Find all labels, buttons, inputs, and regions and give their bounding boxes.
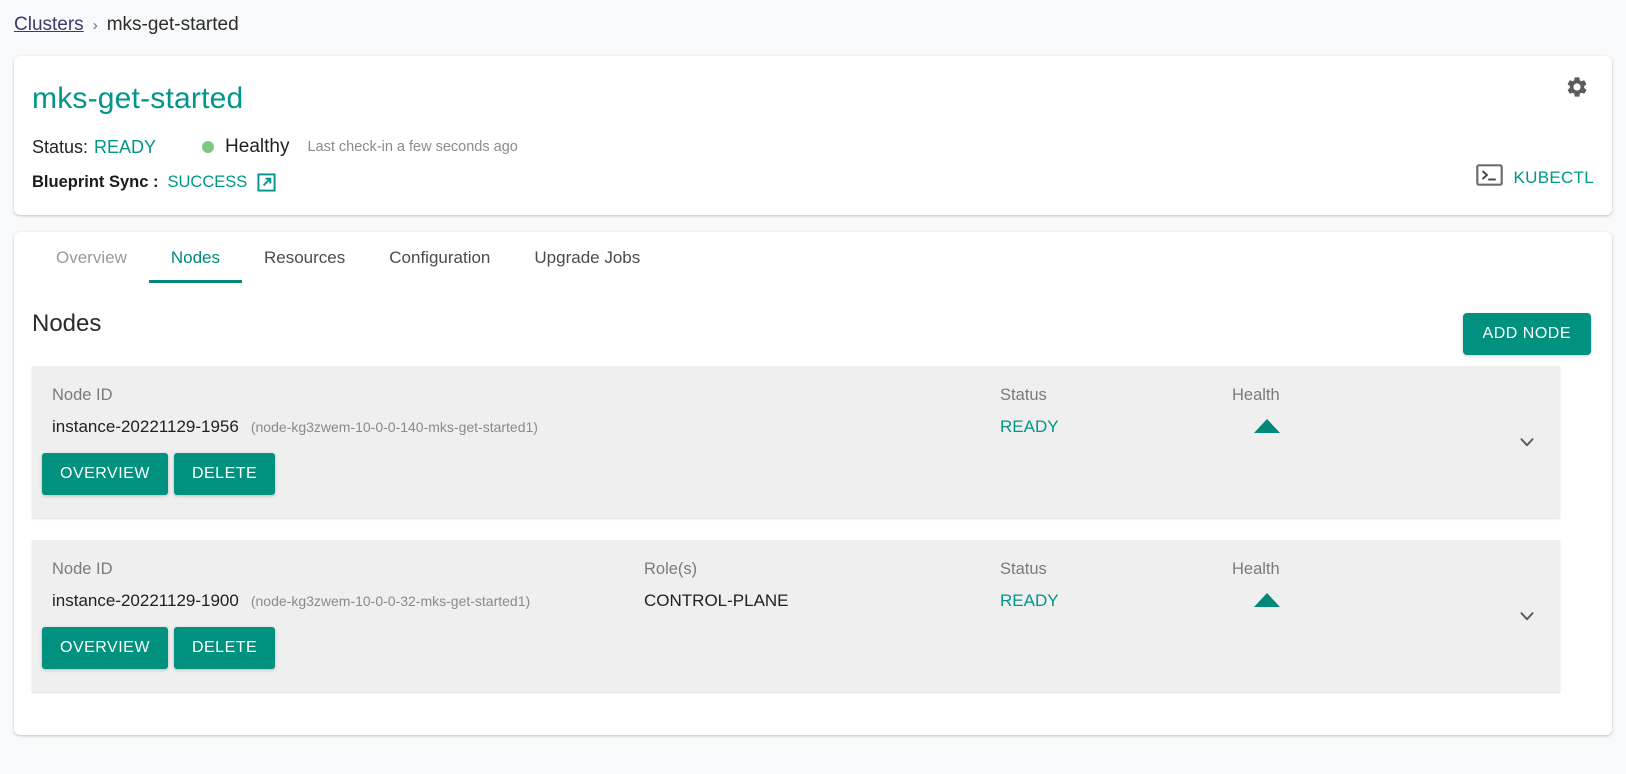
column-header-status: Status <box>1000 386 1047 404</box>
table-row[interactable]: Node ID instance-20221129-1956 (node-kg3… <box>32 366 1560 518</box>
column-header-node-id: Node ID <box>52 560 113 578</box>
column-header-roles: Role(s) <box>644 560 698 578</box>
status-badge: READY <box>1000 416 1059 436</box>
node-id-value-wrap: instance-20221129-1900 (node-kg3zwem-10-… <box>52 591 530 611</box>
chevron-down-icon[interactable] <box>1512 601 1542 631</box>
node-id-cell: Node ID instance-20221129-1956 (node-kg3… <box>52 386 538 437</box>
page-title: mks-get-started <box>32 82 244 115</box>
kubectl-button[interactable]: KUBECTL <box>1476 164 1594 191</box>
chevron-down-icon[interactable] <box>1512 427 1542 457</box>
triangle-up-icon <box>1254 418 1280 438</box>
tab-configuration[interactable]: Configuration <box>367 248 512 283</box>
status-badge: READY <box>1000 590 1059 610</box>
settings-button[interactable] <box>1564 76 1590 102</box>
cluster-detail-page: Clusters › mks-get-started mks-get-start… <box>0 0 1626 774</box>
node-id-cell: Node ID instance-20221129-1900 (node-kg3… <box>52 560 530 611</box>
column-header-status: Status <box>1000 560 1047 578</box>
tab-upgrade-jobs[interactable]: Upgrade Jobs <box>512 248 662 283</box>
tab-resources[interactable]: Resources <box>242 248 367 283</box>
external-link-icon[interactable] <box>257 173 276 192</box>
node-alias: (node-kg3zwem-10-0-0-32-mks-get-started1… <box>250 592 531 609</box>
tab-bar: Overview Nodes Resources Configuration U… <box>14 232 1612 288</box>
row-action-buttons: OVERVIEW DELETE <box>42 453 276 495</box>
column-header-health: Health <box>1232 560 1280 578</box>
last-checkin-text: Last check-in a few seconds ago <box>307 139 518 155</box>
node-id-value: instance-20221129-1900 <box>52 590 239 610</box>
health-cell: Health <box>1232 560 1280 612</box>
terminal-icon <box>1476 164 1504 191</box>
status-cell: Status READY <box>1000 560 1059 611</box>
node-id-value: instance-20221129-1956 <box>52 416 239 436</box>
node-list: Node ID instance-20221129-1956 (node-kg3… <box>32 366 1560 714</box>
node-alias: (node-kg3zwem-10-0-0-140-mks-get-started… <box>250 418 538 435</box>
column-header-node-id: Node ID <box>52 386 113 404</box>
roles-cell: Role(s) CONTROL-PLANE <box>644 560 789 611</box>
gear-icon <box>1565 75 1589 104</box>
row-action-buttons: OVERVIEW DELETE <box>42 627 276 669</box>
tab-nodes[interactable]: Nodes <box>148 248 243 283</box>
status-cell: Status READY <box>1000 386 1059 437</box>
status-value: READY <box>94 136 157 157</box>
blueprint-sync-label: Blueprint Sync : <box>32 173 159 191</box>
status-label: Status: <box>32 136 89 157</box>
breadcrumb-separator-icon: › <box>92 16 98 34</box>
node-delete-button[interactable]: DELETE <box>173 627 276 669</box>
cluster-header-card: mks-get-started Status: READY Healthy La… <box>14 56 1612 215</box>
node-delete-button[interactable]: DELETE <box>173 453 276 495</box>
health-dot-icon <box>202 141 215 153</box>
health-text: Healthy <box>225 136 290 157</box>
node-overview-button[interactable]: OVERVIEW <box>42 453 168 495</box>
triangle-up-icon <box>1254 592 1280 612</box>
tab-overview[interactable]: Overview <box>34 248 149 283</box>
kubectl-label: KUBECTL <box>1513 167 1594 187</box>
health-cell: Health <box>1232 386 1280 438</box>
node-overview-button[interactable]: OVERVIEW <box>42 627 168 669</box>
table-row[interactable]: Node ID instance-20221129-1900 (node-kg3… <box>32 540 1560 692</box>
roles-value: CONTROL-PLANE <box>644 590 789 610</box>
section-title: Nodes <box>32 310 102 337</box>
blueprint-sync-row: Blueprint Sync : SUCCESS <box>32 173 276 192</box>
node-id-value-wrap: instance-20221129-1956 (node-kg3zwem-10-… <box>52 417 538 437</box>
column-header-health: Health <box>1232 386 1280 404</box>
cluster-detail-card: Overview Nodes Resources Configuration U… <box>14 232 1612 735</box>
breadcrumb: Clusters › mks-get-started <box>14 14 239 36</box>
blueprint-sync-value: SUCCESS <box>167 173 248 191</box>
cluster-status-row: Status: READY Healthy Last check-in a fe… <box>32 136 518 158</box>
breadcrumb-current: mks-get-started <box>106 14 239 35</box>
breadcrumb-link-clusters[interactable]: Clusters <box>14 14 84 36</box>
add-node-button[interactable]: ADD NODE <box>1462 313 1591 355</box>
